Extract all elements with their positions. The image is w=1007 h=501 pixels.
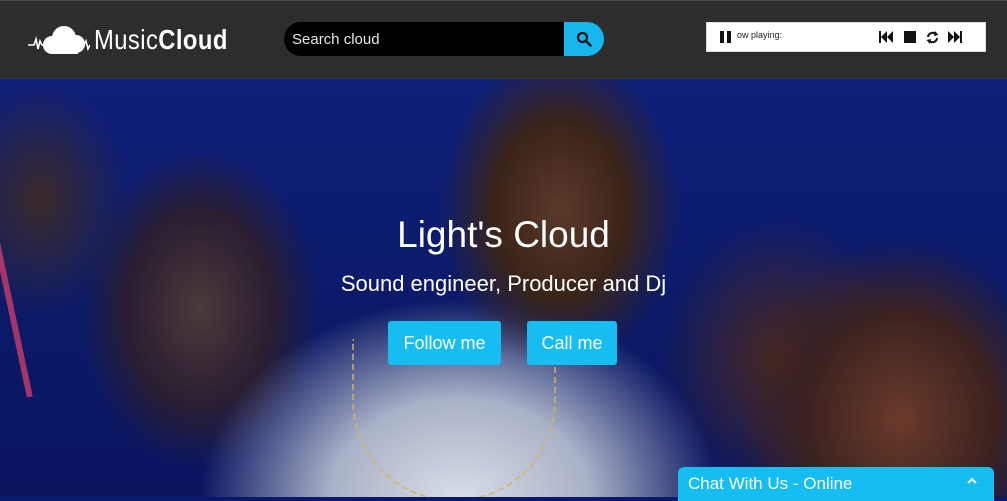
pause-icon[interactable]	[720, 31, 731, 43]
next-icon	[948, 31, 962, 43]
search-bar	[284, 22, 604, 56]
brand-name: MusicCloud	[94, 24, 228, 56]
brand-name-light: Music	[94, 24, 159, 55]
stop-button[interactable]	[903, 30, 917, 44]
search-input[interactable]	[284, 22, 570, 56]
chevron-up-icon[interactable]	[966, 475, 978, 487]
previous-button[interactable]	[879, 30, 893, 44]
chat-label: Chat With Us - Online	[688, 474, 853, 493]
follow-button[interactable]: Follow me	[388, 321, 501, 365]
previous-icon	[879, 31, 893, 43]
search-button[interactable]	[564, 22, 604, 56]
hero-banner: Light's Cloud Sound engineer, Producer a…	[0, 79, 1007, 497]
audio-player: ow playing:	[706, 22, 986, 52]
chat-widget[interactable]: Chat With Us - Online	[678, 467, 994, 501]
repeat-button[interactable]	[925, 30, 939, 44]
cloud-logo-icon	[28, 26, 90, 54]
brand-name-bold: Cloud	[158, 24, 228, 55]
hero-subtitle: Sound engineer, Producer and Dj	[340, 271, 667, 296]
hero-title: Light's Cloud	[397, 214, 610, 255]
brand-logo[interactable]: MusicCloud	[26, 21, 251, 59]
search-icon	[576, 31, 592, 47]
now-playing-label: ow playing:	[737, 30, 783, 40]
call-button[interactable]: Call me	[527, 321, 617, 365]
top-navbar: MusicCloud ow playing:	[0, 0, 1007, 79]
next-button[interactable]	[948, 30, 962, 44]
stop-icon	[904, 31, 916, 43]
repeat-icon	[926, 30, 938, 44]
